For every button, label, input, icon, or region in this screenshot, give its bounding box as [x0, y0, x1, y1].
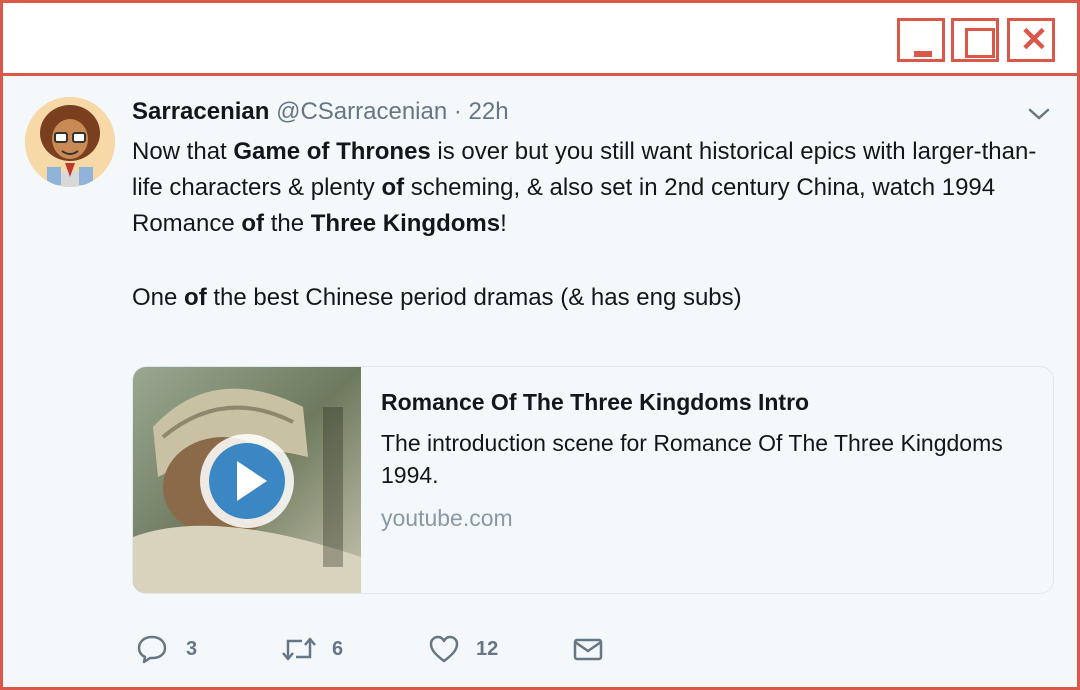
envelope-icon [573, 638, 603, 661]
maximize-icon [965, 28, 995, 58]
video-thumbnail[interactable] [133, 367, 361, 593]
card-description: The introduction scene for Romance Of Th… [381, 430, 1003, 488]
card-domain: youtube.com [381, 505, 513, 531]
reply-button[interactable]: 3 [136, 632, 216, 668]
retweet-button[interactable]: 6 [280, 632, 360, 668]
play-icon[interactable] [197, 431, 297, 531]
message-button[interactable] [572, 632, 612, 668]
tweet-actions: 3 6 12 [136, 632, 636, 672]
card-title[interactable]: Romance Of The Three Kingdoms Intro [381, 389, 809, 416]
title-bar: ✕ [3, 3, 1077, 76]
user-handle[interactable]: @CSarracenian [276, 98, 447, 125]
close-button[interactable]: ✕ [1007, 18, 1055, 62]
like-button[interactable]: 12 [428, 632, 518, 668]
retweet-count: 6 [332, 638, 344, 660]
display-name[interactable]: Sarracenian [132, 98, 269, 125]
minimize-icon [914, 51, 932, 57]
maximize-button[interactable] [951, 18, 999, 62]
tweet-paragraph-1: Now that Game of Thrones is over but you… [132, 138, 1037, 237]
heart-icon [429, 635, 459, 663]
separator-dot: · [453, 98, 462, 125]
like-count: 12 [476, 638, 499, 660]
link-card[interactable]: Romance Of The Three Kingdoms Intro The … [132, 366, 1054, 594]
retweet-icon [282, 637, 316, 661]
chevron-down-icon[interactable] [1027, 104, 1051, 124]
timestamp[interactable]: 22h [469, 98, 509, 125]
reply-count: 3 [186, 638, 198, 660]
tweet-paragraph-2: One of the best Chinese period dramas (&… [132, 284, 742, 311]
tweet-header: Sarracenian @CSarracenian · 22h [132, 98, 509, 126]
avatar[interactable] [25, 97, 115, 187]
tweet-text: Now that Game of Thrones is over but you… [132, 134, 1052, 316]
close-icon: ✕ [1019, 21, 1049, 59]
minimize-button[interactable] [897, 18, 945, 62]
avatar-illustration [25, 97, 115, 187]
reply-icon [137, 635, 167, 664]
